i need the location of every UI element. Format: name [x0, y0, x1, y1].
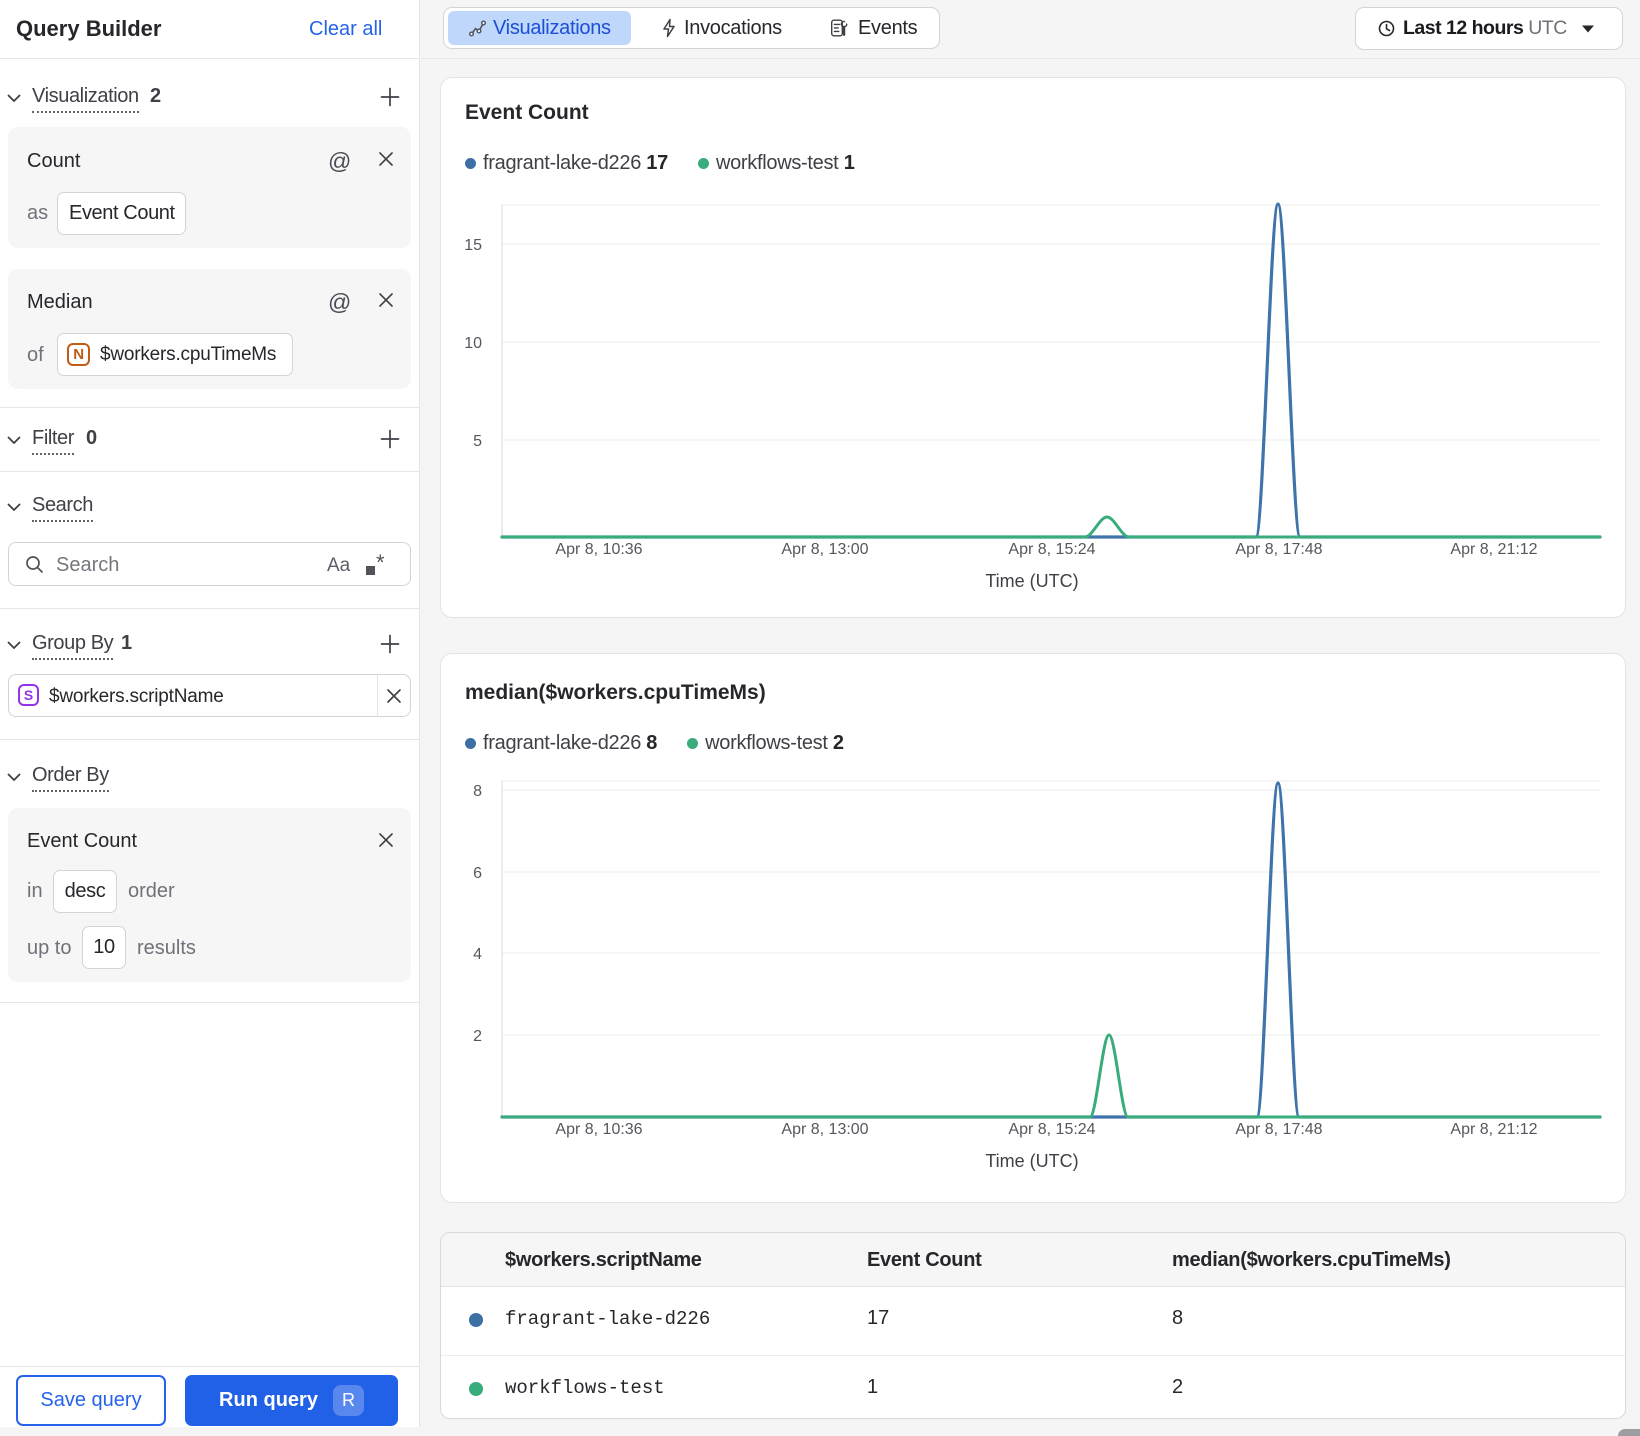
svg-text:Apr 8, 15:24: Apr 8, 15:24 — [1008, 541, 1095, 558]
svg-text:10: 10 — [464, 335, 482, 352]
svg-text:Apr 8, 15:24: Apr 8, 15:24 — [1008, 1121, 1095, 1138]
svg-text:Apr 8, 17:48: Apr 8, 17:48 — [1235, 1121, 1322, 1138]
svg-text:Apr 8, 10:36: Apr 8, 10:36 — [555, 541, 642, 558]
svg-text:Apr 8, 17:48: Apr 8, 17:48 — [1235, 541, 1322, 558]
svg-text:Apr 8, 10:36: Apr 8, 10:36 — [555, 1121, 642, 1138]
svg-text:Apr 8, 21:12: Apr 8, 21:12 — [1450, 1121, 1537, 1138]
svg-text:Time (UTC): Time (UTC) — [985, 1151, 1078, 1171]
svg-text:2: 2 — [473, 1028, 482, 1045]
svg-text:4: 4 — [473, 946, 482, 963]
svg-text:*: * — [376, 551, 385, 575]
svg-text:8: 8 — [473, 783, 482, 800]
svg-text:Apr 8, 13:00: Apr 8, 13:00 — [781, 1121, 868, 1138]
svg-text:Apr 8, 21:12: Apr 8, 21:12 — [1450, 541, 1537, 558]
svg-text:15: 15 — [464, 237, 482, 254]
svg-text:5: 5 — [473, 433, 482, 450]
svg-text:Apr 8, 13:00: Apr 8, 13:00 — [781, 541, 868, 558]
svg-text:6: 6 — [473, 865, 482, 882]
svg-text:Time (UTC): Time (UTC) — [985, 571, 1078, 591]
